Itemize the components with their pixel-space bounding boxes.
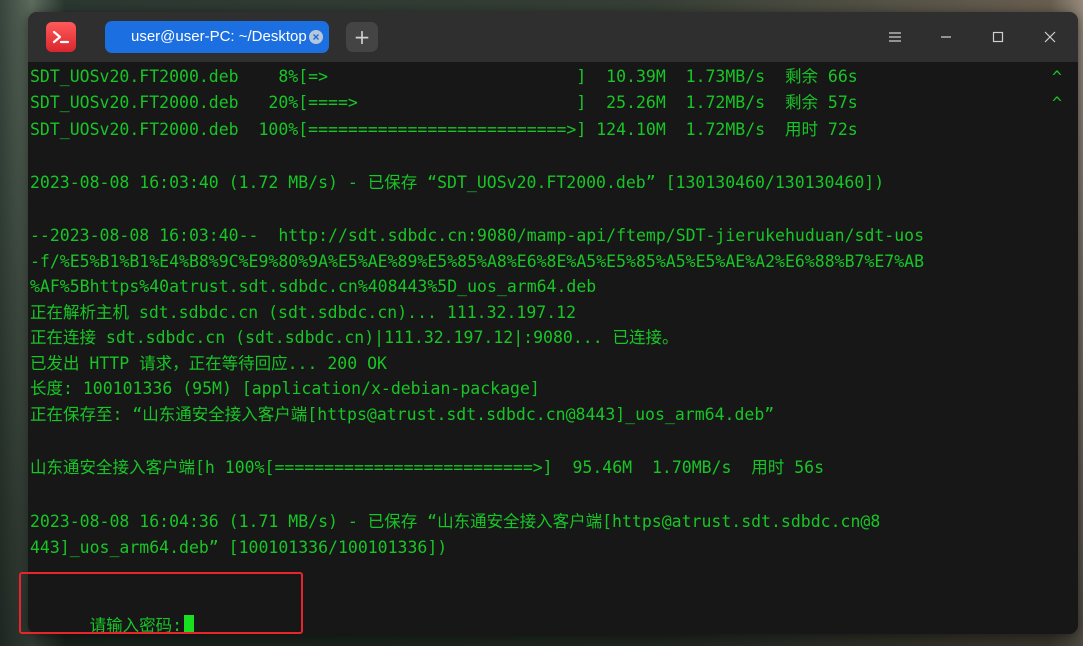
tab-title: user@user-PC: ~/Desktop xyxy=(131,28,307,45)
minimize-button[interactable] xyxy=(934,25,958,49)
maximize-icon xyxy=(992,31,1004,43)
prompt-glyph-icon xyxy=(52,30,70,44)
terminal-line: 正在连接 sdt.sdbdc.cn (sdt.sdbdc.cn)|111.32.… xyxy=(30,328,679,347)
terminal-line: 山东通安全接入客户端[h 100%[======================… xyxy=(30,458,825,477)
terminal-line: SDT_UOSv20.FT2000.deb 20%[====> ] 25.26M… xyxy=(30,93,858,112)
terminal-line: 2023-08-08 16:04:36 (1.71 MB/s) - 已保存 “山… xyxy=(30,512,881,531)
titlebar: user@user-PC: ~/Desktop + xyxy=(28,12,1078,62)
close-button[interactable] xyxy=(1038,25,1062,49)
terminal-output[interactable]: SDT_UOSv20.FT2000.deb 8%[=> ] 10.39M 1.7… xyxy=(28,62,1078,634)
terminal-line: 正在保存至: “山东通安全接入客户端[https@atrust.sdt.sdbd… xyxy=(30,405,775,424)
plus-icon: + xyxy=(353,25,371,49)
maximize-button[interactable] xyxy=(986,25,1010,49)
minimize-icon xyxy=(941,36,951,38)
terminal-line: SDT_UOSv20.FT2000.deb 100%[=============… xyxy=(30,120,858,139)
terminal-line: -f/%E5%B1%B1%E4%B8%9C%E9%80%9A%E5%AE%89%… xyxy=(30,252,925,271)
terminal-line: 长度: 100101336 (95M) [application/x-debia… xyxy=(30,379,540,398)
scroll-up-indicator: ^ xyxy=(1052,68,1062,87)
terminal-window: user@user-PC: ~/Desktop + SDT_UOSv20.FT2… xyxy=(28,12,1078,634)
tab-desktop[interactable]: user@user-PC: ~/Desktop xyxy=(105,21,329,53)
terminal-line: 443]_uos_arm64.deb” [100101336/100101336… xyxy=(30,538,448,557)
terminal-line: 已发出 HTTP 请求，正在等待回应... 200 OK xyxy=(30,354,387,373)
password-prompt-highlight xyxy=(19,572,303,634)
terminal-line: 2023-08-08 16:03:40 (1.72 MB/s) - 已保存 “S… xyxy=(30,173,885,192)
terminal-line: %AF%5Bhttps%40atrust.sdt.sdbdc.cn%408443… xyxy=(30,277,597,296)
terminal-app-icon[interactable] xyxy=(46,22,76,52)
tab-close-icon[interactable] xyxy=(309,30,323,44)
new-tab-button[interactable]: + xyxy=(346,22,378,52)
terminal-line: --2023-08-08 16:03:40-- http://sdt.sdbdc… xyxy=(30,226,925,245)
hamburger-menu-icon xyxy=(889,32,901,42)
close-icon xyxy=(1044,31,1056,43)
menu-button[interactable] xyxy=(883,25,907,49)
terminal-line: SDT_UOSv20.FT2000.deb 8%[=> ] 10.39M 1.7… xyxy=(30,67,858,86)
terminal-line: 正在解析主机 sdt.sdbdc.cn (sdt.sdbdc.cn)... 11… xyxy=(30,303,577,322)
scroll-up-indicator: ^ xyxy=(1052,94,1062,113)
